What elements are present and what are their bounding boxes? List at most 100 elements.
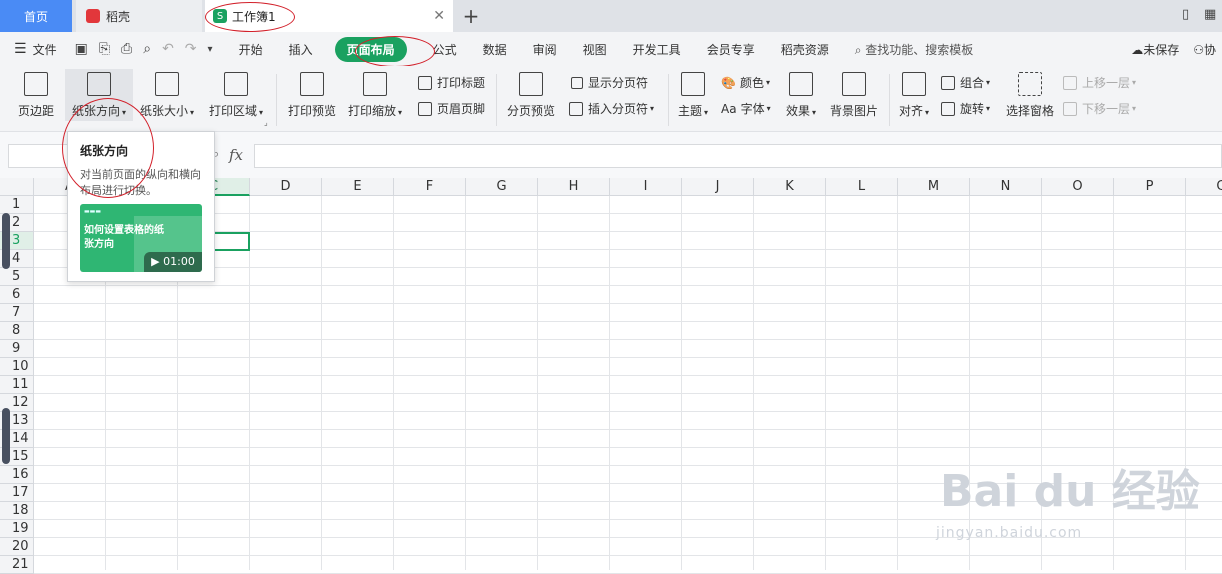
background-image-button[interactable]: 背景图片 — [827, 66, 881, 119]
tab-view[interactable]: 视图 — [583, 41, 607, 58]
tab-bar: 首页 稻壳 S 工作簿1 ✕ + ▯ ▦ — [0, 0, 1222, 32]
column-header[interactable]: G — [466, 178, 538, 196]
grid-line — [34, 519, 1222, 520]
save-icon[interactable]: ▣ — [75, 41, 88, 57]
orientation-button[interactable]: 纸张方向 ▾ — [65, 69, 133, 121]
unsaved-status[interactable]: ☁未保存 — [1131, 41, 1179, 58]
tab-workbook[interactable]: S 工作簿1 ✕ — [205, 0, 453, 32]
print-icon[interactable]: ⎙ — [121, 41, 132, 57]
bring-forward-button[interactable]: 上移一层 ▾ — [1063, 74, 1136, 91]
fx-icon[interactable]: fx — [229, 146, 243, 164]
row-header[interactable]: 5 — [0, 268, 34, 286]
tab-review[interactable]: 审阅 — [533, 41, 557, 58]
baidu-watermark: Bai du 经验 — [940, 466, 1200, 517]
row-header[interactable]: 19 — [0, 520, 34, 538]
select-all-corner[interactable] — [0, 178, 34, 196]
side-scroll-handle[interactable] — [2, 213, 10, 269]
print-titles-button[interactable]: 打印标题 — [418, 74, 485, 91]
print-scale-icon — [363, 72, 387, 96]
row-header[interactable]: 9 — [0, 340, 34, 358]
tab-member[interactable]: 会员专享 — [707, 41, 755, 58]
row-header[interactable]: 16 — [0, 466, 34, 484]
tab-daoke-resources[interactable]: 稻壳资源 — [781, 41, 829, 58]
align-button[interactable]: 对齐 ▾ — [895, 66, 933, 119]
show-page-breaks-checkbox[interactable]: 显示分页符 — [571, 74, 648, 91]
tab-daoke[interactable]: 稻壳 — [76, 0, 202, 32]
column-header[interactable]: E — [322, 178, 394, 196]
column-header[interactable]: Q — [1186, 178, 1222, 196]
fonts-button[interactable]: Aa 字体 ▾ — [721, 100, 771, 117]
dialog-launcher-icon[interactable]: ⌟ — [264, 118, 268, 127]
send-backward-icon — [1063, 101, 1077, 116]
header-footer-button[interactable]: 页眉页脚 — [418, 100, 485, 117]
undo-icon[interactable]: ↶ — [162, 41, 174, 57]
new-tab-button[interactable]: + — [458, 0, 484, 32]
page-break-preview-button[interactable]: 分页预览 — [503, 66, 559, 119]
column-header[interactable]: D — [250, 178, 322, 196]
row-header[interactable]: 20 — [0, 538, 34, 556]
column-header[interactable]: H — [538, 178, 610, 196]
column-header[interactable]: O — [1042, 178, 1114, 196]
column-header[interactable]: M — [898, 178, 970, 196]
tab-page-layout[interactable]: 页面布局 — [334, 36, 407, 62]
column-header[interactable]: J — [682, 178, 754, 196]
search-box[interactable]: ⌕ 查找功能、搜索模板 — [855, 41, 974, 58]
grid-line — [681, 196, 682, 570]
row-header[interactable]: 10 — [0, 358, 34, 376]
theme-button[interactable]: 主题 ▾ — [674, 66, 712, 119]
grid-line — [321, 196, 322, 570]
column-header[interactable]: P — [1114, 178, 1186, 196]
orientation-tooltip: 纸张方向 对当前页面的纵向和横向布局进行切换。 ▬▬▬ 如何设置表格的纸张方向 … — [67, 131, 215, 282]
column-header[interactable]: K — [754, 178, 826, 196]
column-header[interactable]: N — [970, 178, 1042, 196]
colors-button[interactable]: 🎨 颜色 ▾ — [721, 74, 770, 91]
grid-view-icon[interactable]: ▦ — [1204, 7, 1216, 22]
column-header[interactable]: I — [610, 178, 682, 196]
rotate-button[interactable]: 旋转 ▾ — [941, 100, 990, 117]
chevron-down-icon[interactable]: ▾ — [208, 44, 213, 55]
selection-pane-button[interactable]: 选择窗格 — [1003, 66, 1057, 119]
row-header[interactable]: 21 — [0, 556, 34, 574]
row-header[interactable]: 17 — [0, 484, 34, 502]
print-preview-button[interactable]: 打印预览 — [284, 66, 340, 119]
column-header[interactable]: F — [394, 178, 466, 196]
insert-page-break-button[interactable]: 插入分页符 ▾ — [569, 100, 654, 117]
margins-icon — [24, 72, 48, 96]
export-icon[interactable]: ⎘ — [99, 41, 110, 57]
paper-size-button[interactable]: 纸张大小 ▾ — [136, 66, 198, 119]
tab-developer[interactable]: 开发工具 — [633, 41, 681, 58]
formula-input[interactable] — [254, 144, 1222, 168]
row-header[interactable]: 11 — [0, 376, 34, 394]
redo-icon[interactable]: ↷ — [185, 41, 197, 57]
video-title: 如何设置表格的纸张方向 — [84, 225, 164, 250]
close-icon[interactable]: ✕ — [433, 8, 445, 24]
tooltip-title: 纸张方向 — [80, 144, 129, 158]
row-header[interactable]: 8 — [0, 322, 34, 340]
print-scale-button[interactable]: 打印缩放 ▾ — [344, 66, 406, 119]
window-layout-icon[interactable]: ▯ — [1182, 7, 1189, 22]
print-area-button[interactable]: 打印区域 ▾ — [205, 66, 267, 119]
tab-home-ribbon[interactable]: 开始 — [239, 41, 263, 58]
tab-home[interactable]: 首页 — [0, 0, 72, 32]
row-header[interactable]: 18 — [0, 502, 34, 520]
tab-data[interactable]: 数据 — [483, 41, 507, 58]
effects-button[interactable]: 效果 ▾ — [782, 66, 820, 119]
row-header[interactable]: 7 — [0, 304, 34, 322]
row-header[interactable]: 1 — [0, 196, 34, 214]
group-button[interactable]: 组合 ▾ — [941, 74, 990, 91]
preview-icon[interactable]: ⌕ — [143, 41, 151, 57]
print-area-icon — [224, 72, 248, 96]
send-backward-button[interactable]: 下移一层 ▾ — [1063, 100, 1136, 117]
side-scroll-handle[interactable] — [2, 408, 10, 464]
divider — [668, 74, 669, 126]
file-menu[interactable]: ☰ 文件 — [0, 41, 57, 58]
grid-line — [34, 393, 1222, 394]
margins-button[interactable]: 页边距 — [8, 66, 64, 119]
tutorial-video[interactable]: ▬▬▬ 如何设置表格的纸张方向 ▶ 01:00 — [80, 204, 202, 272]
hamburger-icon: ☰ — [14, 41, 27, 57]
column-header[interactable]: L — [826, 178, 898, 196]
tab-insert[interactable]: 插入 — [289, 41, 313, 58]
tab-formulas[interactable]: 公式 — [433, 41, 457, 58]
row-header[interactable]: 6 — [0, 286, 34, 304]
collab-button[interactable]: ⚇协 — [1193, 41, 1216, 58]
